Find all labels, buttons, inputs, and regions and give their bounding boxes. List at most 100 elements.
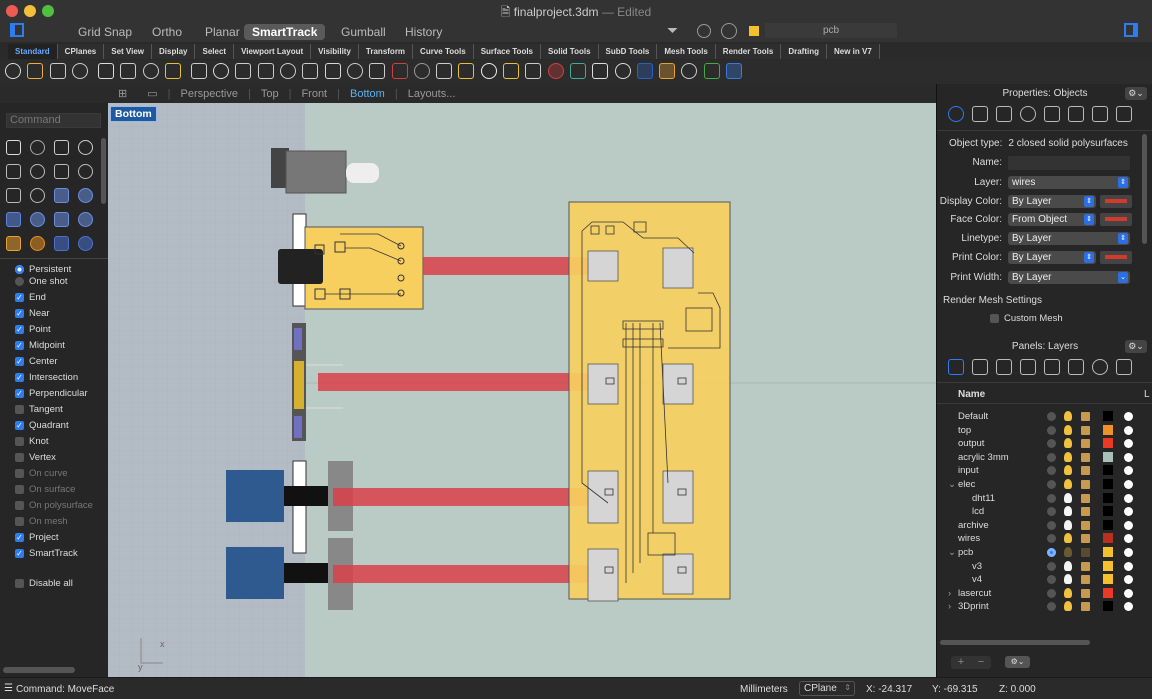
layer-color-swatch[interactable] <box>1103 424 1113 435</box>
checkbox[interactable]: ✓ <box>15 293 24 302</box>
layer-color-swatch[interactable] <box>1103 411 1113 421</box>
paste-icon[interactable] <box>164 63 181 79</box>
explode-tool-icon[interactable] <box>30 236 45 251</box>
mode-history[interactable]: History <box>397 24 450 40</box>
checkbox[interactable] <box>15 405 24 414</box>
layer-color-swatch[interactable] <box>1103 547 1113 557</box>
layers-gear-icon[interactable]: ⚙⌄ <box>1125 340 1147 353</box>
display-modes-icon[interactable] <box>1068 359 1084 375</box>
osnap-tangent[interactable]: Tangent <box>15 404 63 415</box>
zoom-selected-icon[interactable] <box>324 63 341 79</box>
linetype-select[interactable]: By Layer ⇕ <box>1008 232 1130 245</box>
lock-icon[interactable] <box>1081 480 1090 489</box>
polygon-tool-icon[interactable] <box>6 188 21 203</box>
tool-scrollbar[interactable] <box>101 138 106 204</box>
tab-curve-tools[interactable]: Curve Tools <box>413 44 474 59</box>
info-icon[interactable] <box>726 63 742 79</box>
target-icon[interactable] <box>697 24 711 38</box>
checkbox[interactable] <box>15 579 24 588</box>
select-tool-icon[interactable] <box>6 140 21 155</box>
layer-color-swatch[interactable] <box>1103 465 1113 476</box>
lock-icon[interactable] <box>1081 520 1090 530</box>
horizontal-scrollbar[interactable] <box>3 667 75 673</box>
checkbox[interactable] <box>15 485 24 494</box>
main-pcb[interactable] <box>568 201 731 602</box>
zoom-extents-icon[interactable] <box>280 63 296 79</box>
current-layer-indicator[interactable] <box>1047 588 1056 598</box>
checkbox[interactable] <box>15 469 24 478</box>
arc-tool-icon[interactable] <box>54 164 69 179</box>
command-input[interactable]: Command <box>6 113 101 128</box>
tools-icon[interactable] <box>659 63 676 79</box>
checkbox[interactable]: ✓ <box>15 341 24 350</box>
layer-color-swatch[interactable] <box>1103 601 1113 612</box>
layer-color-swatch[interactable] <box>1103 574 1113 585</box>
current-layer-indicator[interactable] <box>1047 520 1056 530</box>
checkbox[interactable] <box>15 453 24 462</box>
small-pcb[interactable] <box>278 213 424 310</box>
lock-icon[interactable] <box>1081 425 1090 435</box>
lock-icon[interactable] <box>1081 588 1090 598</box>
box-tool-icon[interactable] <box>6 212 21 227</box>
material-icon[interactable] <box>1124 602 1133 612</box>
checkbox[interactable]: ✓ <box>15 389 24 398</box>
copy-format-icon[interactable] <box>97 63 114 79</box>
tab-surface-tools[interactable]: Surface Tools <box>474 44 541 59</box>
osnap-on-curve[interactable]: On curve <box>15 468 68 479</box>
circle-tool-icon[interactable] <box>6 164 21 179</box>
tab-display[interactable]: Display <box>152 44 196 59</box>
material-icon[interactable] <box>1124 548 1133 557</box>
boolean-tool-icon[interactable] <box>30 212 45 227</box>
layer-row[interactable]: top <box>958 424 1148 437</box>
render-icon[interactable] <box>614 63 631 79</box>
layer-color-swatch[interactable] <box>1103 519 1113 530</box>
layer-color-swatch[interactable] <box>1103 587 1113 598</box>
layer-color-swatch[interactable] <box>1103 479 1113 489</box>
tab-visibility[interactable]: Visibility <box>311 44 359 59</box>
single-viewport-icon[interactable]: ▭ <box>137 87 167 100</box>
dimension-icon[interactable] <box>636 63 653 79</box>
polyline-tool-icon[interactable] <box>54 140 69 155</box>
checkbox[interactable]: ✓ <box>15 533 24 542</box>
layer-options-button[interactable]: ⚙⌄ <box>1005 656 1030 668</box>
osnap-point[interactable]: ✓ Point <box>15 324 51 335</box>
display_color-swatch[interactable] <box>1100 195 1132 208</box>
checkbox[interactable]: ✓ <box>15 325 24 334</box>
viewport-tab-top[interactable]: Top <box>251 88 289 100</box>
tab-drafting[interactable]: Drafting <box>781 44 827 59</box>
lightbulb-icon[interactable] <box>1064 506 1072 517</box>
viewport-bottom[interactable]: x y <box>108 103 936 677</box>
print_color-select[interactable]: By Layer ⇕ <box>1008 251 1096 264</box>
save-icon[interactable] <box>49 63 66 79</box>
grid-layout-icon[interactable]: ⊞ <box>108 87 137 100</box>
layer-color-swatch[interactable] <box>1103 492 1113 503</box>
display-icon[interactable] <box>1044 106 1060 122</box>
layer-row[interactable]: input <box>958 464 1148 477</box>
custom-mesh-checkbox[interactable]: Custom Mesh <box>990 313 1063 324</box>
layer-row[interactable]: output <box>958 437 1148 450</box>
checkbox[interactable] <box>15 501 24 510</box>
tab-new-in-v7[interactable]: New in V7 <box>827 44 880 59</box>
lightbulb-icon[interactable] <box>1064 451 1072 462</box>
sphere-icon[interactable] <box>547 63 564 79</box>
radio-icon[interactable] <box>15 265 24 274</box>
viewport-label[interactable]: Bottom <box>110 106 157 122</box>
current-layer-indicator[interactable] <box>1047 575 1056 585</box>
expand-icon[interactable]: ⌄ <box>948 546 956 559</box>
texture-mapping-icon[interactable] <box>1020 106 1036 122</box>
material-icon[interactable] <box>1124 520 1133 530</box>
print-icon[interactable] <box>71 63 88 79</box>
notes-icon[interactable] <box>1044 359 1060 375</box>
switch-component[interactable] <box>271 148 379 194</box>
layers-icon[interactable] <box>948 359 964 375</box>
layer-row[interactable]: v4 <box>958 573 1148 586</box>
rotate-view-icon[interactable] <box>235 63 252 79</box>
ellipse-tool-icon[interactable] <box>30 164 45 179</box>
lock-icon[interactable] <box>1081 452 1090 462</box>
pan-icon[interactable] <box>213 63 230 79</box>
tab-transform[interactable]: Transform <box>359 44 414 59</box>
tab-viewport-layout[interactable]: Viewport Layout <box>234 44 312 59</box>
osnap-center[interactable]: ✓ Center <box>15 356 58 367</box>
material-icon[interactable] <box>1124 534 1133 544</box>
lightbulb-icon[interactable] <box>1064 519 1072 530</box>
